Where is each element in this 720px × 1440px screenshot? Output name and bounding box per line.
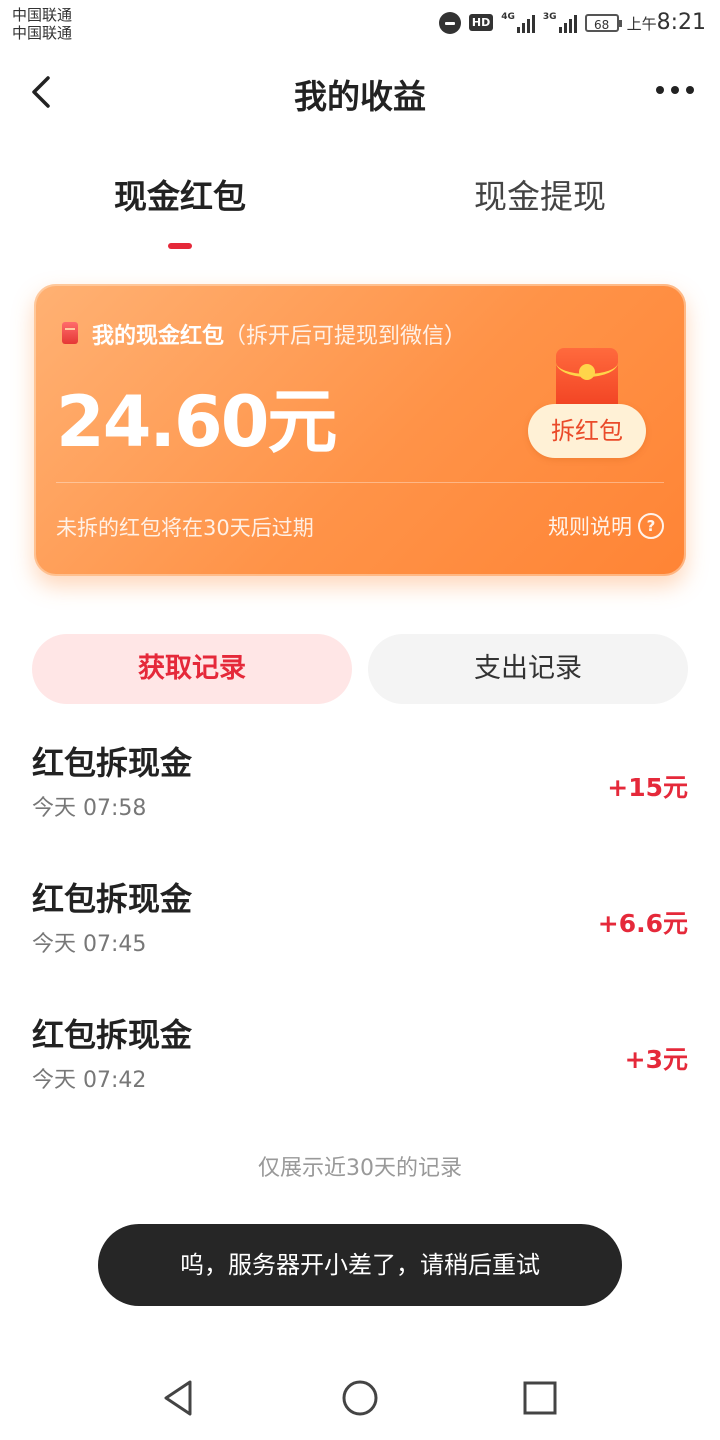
circle-home-icon xyxy=(342,1380,378,1416)
rules-link[interactable]: 规则说明 ? xyxy=(548,511,664,541)
page-title: 我的收益 xyxy=(294,77,426,116)
nav-back-button[interactable] xyxy=(158,1376,202,1420)
help-icon: ? xyxy=(638,513,664,539)
signal-4g-icon: 4G xyxy=(501,12,535,33)
record-time: 今天 07:58 xyxy=(32,796,147,821)
card-subtitle: （拆开后可提现到微信） xyxy=(224,324,467,349)
tab-income-records[interactable]: 获取记录 xyxy=(32,634,352,704)
error-toast: 呜，服务器开小差了，请稍后重试 xyxy=(98,1224,622,1306)
redpacket-balance-card: 我的现金红包（拆开后可提现到微信） 24.60元 拆红包 未拆的红包将在30天后… xyxy=(34,284,686,576)
record-time: 今天 07:42 xyxy=(32,1068,147,1093)
rules-label: 规则说明 xyxy=(548,515,632,539)
balance-amount: 24.60元 xyxy=(56,381,337,463)
list-item: 红包拆现金 今天 07:45 +6.6元 xyxy=(0,874,720,974)
hd-icon: HD xyxy=(468,14,494,31)
more-options-button[interactable] xyxy=(656,86,694,94)
tab-cash-redpacket[interactable]: 现金红包 xyxy=(80,170,280,218)
carrier-line-1: 中国联通 xyxy=(12,6,73,24)
battery-icon: 68 xyxy=(584,13,622,32)
redpacket-small-icon xyxy=(62,322,78,344)
record-title: 红包拆现金 xyxy=(32,744,193,782)
clock: 上午8:21 xyxy=(626,10,706,35)
nav-recents-button[interactable] xyxy=(518,1376,562,1420)
do-not-disturb-icon xyxy=(438,11,461,34)
expire-note: 未拆的红包将在30天后过期 xyxy=(56,516,314,540)
card-title: 我的现金红包（拆开后可提现到微信） xyxy=(92,324,467,349)
record-amount: +3元 xyxy=(624,1045,688,1074)
tab-cash-withdraw[interactable]: 现金提现 xyxy=(440,170,640,218)
more-horizontal-icon xyxy=(656,86,664,94)
carrier-info: 中国联通 中国联通 xyxy=(12,6,72,42)
tab-expense-records[interactable]: 支出记录 xyxy=(368,634,688,704)
list-item: 红包拆现金 今天 07:58 +15元 xyxy=(0,738,720,838)
triangle-back-icon xyxy=(164,1380,192,1416)
record-amount: +15元 xyxy=(607,773,688,802)
record-amount: +6.6元 xyxy=(597,909,688,938)
record-title: 红包拆现金 xyxy=(32,1016,193,1054)
active-tab-indicator xyxy=(168,243,192,249)
signal-3g-icon: 3G xyxy=(543,12,577,33)
carrier-line-2: 中国联通 xyxy=(12,24,73,42)
card-divider xyxy=(56,482,664,483)
status-icons: HD 4G 3G 68 上午8:21 xyxy=(438,10,706,35)
record-time: 今天 07:45 xyxy=(32,932,147,957)
record-title: 红包拆现金 xyxy=(32,880,193,918)
open-redpacket-button[interactable]: 拆红包 xyxy=(528,404,646,458)
records-footer-note: 仅展示近30天的记录 xyxy=(258,1156,462,1181)
list-item: 红包拆现金 今天 07:42 +3元 xyxy=(0,1010,720,1110)
square-recents-icon xyxy=(523,1381,557,1415)
nav-home-button[interactable] xyxy=(338,1376,382,1420)
